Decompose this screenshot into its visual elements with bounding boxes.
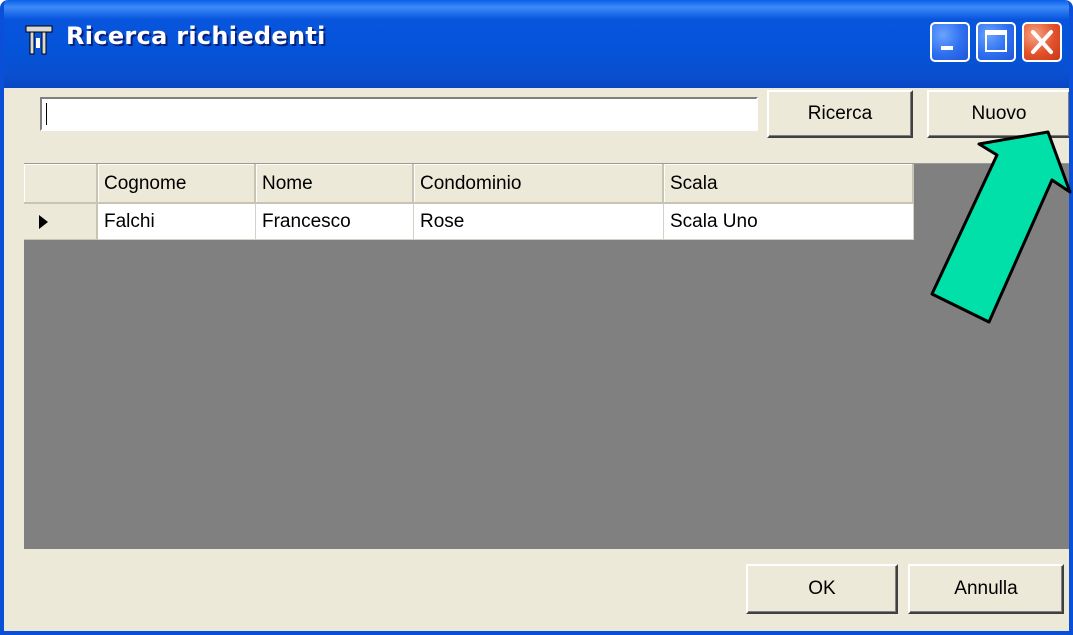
cell-scala[interactable]: Scala Uno	[664, 204, 914, 240]
row-header-corner	[24, 164, 98, 204]
title-bar[interactable]: Ricerca richiedenti	[4, 0, 1069, 88]
close-button[interactable]	[1022, 22, 1062, 62]
pointer-arrow-icon	[930, 130, 1072, 324]
column-header-condominio[interactable]: Condominio	[414, 164, 664, 204]
cell-nome[interactable]: Francesco	[256, 204, 414, 240]
cell-condominio[interactable]: Rose	[414, 204, 664, 240]
maximize-button[interactable]	[976, 22, 1016, 62]
current-row-icon	[39, 215, 48, 229]
ok-button[interactable]: OK	[746, 564, 898, 614]
search-input[interactable]	[40, 97, 758, 131]
window-title: Ricerca richiedenti	[66, 22, 326, 50]
text-caret	[46, 103, 47, 125]
maximize-icon	[985, 30, 1007, 52]
column-header-scala[interactable]: Scala	[664, 164, 914, 204]
search-button[interactable]: Ricerca	[767, 90, 913, 138]
minimize-button[interactable]	[930, 22, 970, 62]
table-row[interactable]: Falchi Francesco Rose Scala Uno	[24, 204, 914, 240]
app-icon	[24, 24, 54, 56]
cancel-button[interactable]: Annulla	[908, 564, 1064, 614]
minimize-icon	[941, 46, 953, 50]
row-selector[interactable]	[24, 204, 98, 240]
cell-cognome[interactable]: Falchi	[98, 204, 256, 240]
close-icon	[1031, 30, 1053, 54]
column-header-nome[interactable]: Nome	[256, 164, 414, 204]
grid-header-row: Cognome Nome Condominio Scala	[24, 164, 914, 204]
column-header-cognome[interactable]: Cognome	[98, 164, 256, 204]
